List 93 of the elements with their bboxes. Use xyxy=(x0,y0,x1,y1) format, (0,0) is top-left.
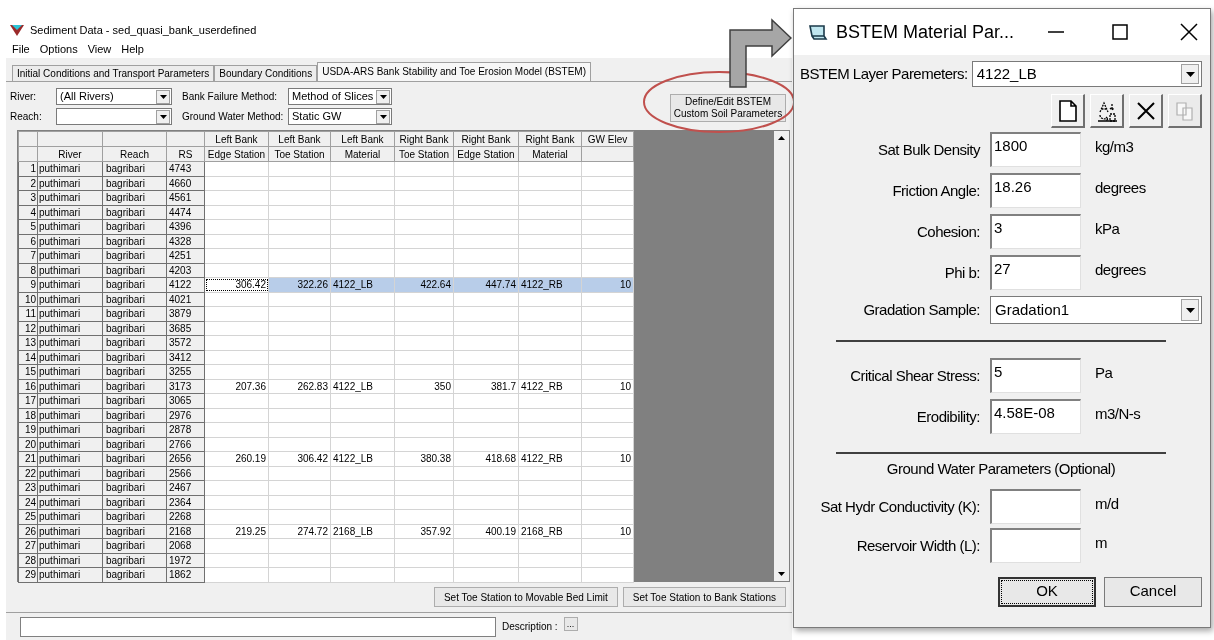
column-header: River xyxy=(58,148,82,160)
input-field[interactable]: 27 xyxy=(990,255,1081,290)
field-label: Bank Failure Method: xyxy=(182,90,279,104)
window-title: Sediment Data - sed_quasi_bank_userdefined xyxy=(30,22,257,38)
dropdown-arrow-button[interactable] xyxy=(156,89,170,104)
field-label: Reservoir Width (L): xyxy=(855,535,981,556)
caret-icon xyxy=(1185,71,1195,77)
input-field[interactable]: 5 xyxy=(990,358,1081,393)
field-label: Critical Shear Stress: xyxy=(849,366,981,386)
field-label: Friction Angle: xyxy=(891,181,981,201)
app-icon xyxy=(10,24,24,36)
button[interactable]: Set Toe Station to Bank Stations xyxy=(622,587,786,607)
field-label: Phi b: xyxy=(943,263,981,283)
tab[interactable]: USDA-ARS Bank Stability and Toe Erosion Model (BSTEM) xyxy=(317,62,591,81)
define-soil-parameters-button[interactable]: Define/Edit BSTEM Custom Soil Parameters xyxy=(670,94,786,122)
unit-label: kPa xyxy=(1095,219,1120,239)
dropdown[interactable]: Static GW xyxy=(288,108,392,125)
window-icon xyxy=(808,24,828,40)
unit-label: m xyxy=(1095,532,1107,553)
button[interactable]: ... xyxy=(563,617,578,631)
input-field[interactable]: 1800 xyxy=(990,132,1081,167)
section-heading: Ground Water Parameters (Optional) xyxy=(886,459,1116,479)
new-document-icon xyxy=(1058,99,1077,122)
field-label: Reach: xyxy=(10,110,43,124)
column-header: Edge Station xyxy=(457,148,515,160)
input-field[interactable]: 18.26 xyxy=(990,173,1081,208)
field-label: Ground Water Method: xyxy=(182,110,282,124)
column-header: Material xyxy=(532,148,568,160)
dialog-title: BSTEM Material Par... xyxy=(836,20,1015,44)
tab[interactable]: Boundary Conditions xyxy=(214,65,318,81)
field-label: Description : xyxy=(502,620,558,634)
column-header: Material xyxy=(344,148,381,160)
field-label: Erodibility: xyxy=(915,407,981,427)
column-header: Reach xyxy=(120,148,149,160)
dropdown-arrow-button[interactable] xyxy=(376,89,390,104)
column-header: GW Elev xyxy=(587,133,628,145)
caret-icon xyxy=(159,94,167,99)
toolbar-button[interactable] xyxy=(1129,94,1163,128)
column-header: Right Bank xyxy=(461,133,511,145)
maximize-icon[interactable] xyxy=(1112,24,1129,40)
column-header: Toe Station xyxy=(398,148,449,160)
column-header: Left Bank xyxy=(278,133,321,145)
caret-icon xyxy=(379,94,387,99)
toolbar-button[interactable] xyxy=(1090,94,1124,128)
field-label: BSTEM Layer Paremeters: xyxy=(800,63,968,84)
dropdown-arrow-button[interactable] xyxy=(376,109,390,124)
field-label: Sat Bulk Density xyxy=(876,140,982,160)
unit-label: degrees xyxy=(1095,178,1146,198)
column-header: Right Bank xyxy=(399,133,449,145)
dropdown-arrow-button[interactable] xyxy=(1181,64,1199,84)
toolbar-button[interactable] xyxy=(1051,94,1085,128)
menu-item[interactable]: View xyxy=(87,40,112,58)
dropdown[interactable]: Method of Slices xyxy=(288,88,392,105)
tab[interactable]: Initial Conditions and Transport Parameters xyxy=(12,65,215,81)
unit-label: m/d xyxy=(1095,493,1119,514)
field-label: Cohesion: xyxy=(915,222,981,242)
unit-label: Pa xyxy=(1095,363,1113,383)
caret-icon xyxy=(1185,307,1195,313)
copy-icon xyxy=(1174,100,1195,121)
unit-label: degrees xyxy=(1095,260,1146,280)
caret-icon xyxy=(379,114,387,119)
delete-icon xyxy=(1135,100,1156,121)
field-label: Sat Hydr Conductivity (K): xyxy=(819,496,981,517)
dropdown[interactable]: 4122_LB xyxy=(971,61,1202,87)
rename-icon xyxy=(1095,99,1118,122)
input-field[interactable]: 4.58E-08 xyxy=(990,399,1081,434)
menu-item[interactable]: Help xyxy=(121,40,144,58)
column-header: Toe Station xyxy=(274,148,325,160)
menu-item[interactable]: File xyxy=(12,40,30,58)
dropdown-arrow-button[interactable] xyxy=(156,109,170,124)
caret-icon xyxy=(159,114,167,119)
ok-button[interactable]: OK xyxy=(998,576,1096,607)
menu-item[interactable]: Options xyxy=(39,40,78,58)
dropdown[interactable]: Gradation1 xyxy=(990,296,1202,324)
field-label: River: xyxy=(10,90,38,104)
button[interactable]: Set Toe Station to Movable Bed Limit xyxy=(433,587,618,607)
unit-label: kg/m3 xyxy=(1095,137,1134,157)
input-field[interactable] xyxy=(990,527,1081,563)
input-field[interactable] xyxy=(990,488,1081,524)
column-header: Left Bank xyxy=(341,133,384,145)
cancel-button[interactable]: Cancel xyxy=(1104,576,1202,607)
close-icon[interactable] xyxy=(1180,23,1199,41)
column-header: Left Bank xyxy=(215,133,258,145)
dropdown[interactable]: (All Rivers) xyxy=(56,88,172,105)
input-field[interactable]: 3 xyxy=(990,214,1081,249)
unit-label: m3/N-s xyxy=(1095,404,1141,424)
column-header: RS xyxy=(178,148,193,160)
dropdown[interactable] xyxy=(56,108,172,125)
field-label: Gradation Sample: xyxy=(862,299,981,320)
input-field[interactable] xyxy=(20,617,496,637)
dropdown-arrow-button[interactable] xyxy=(1181,299,1199,321)
column-header: Edge Station xyxy=(207,148,266,160)
column-header: Right Bank xyxy=(525,133,575,145)
